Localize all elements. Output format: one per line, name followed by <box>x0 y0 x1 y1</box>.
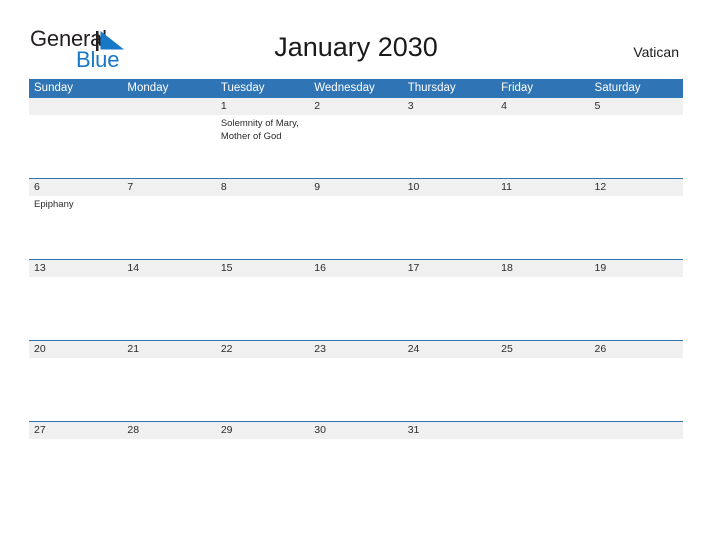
day-number <box>29 98 123 115</box>
day-number: 21 <box>122 341 216 358</box>
day-number: 16 <box>309 260 403 277</box>
calendar-week-row: 1 Solemnity of Mary, Mother of God 2 3 4 5 <box>29 97 683 179</box>
day-number: 23 <box>309 341 403 358</box>
day-number: 19 <box>589 260 683 277</box>
calendar-day-cell[interactable]: 30 <box>309 421 403 497</box>
calendar-day-cell[interactable]: 18 <box>496 259 590 341</box>
calendar-day-cell[interactable]: 17 <box>402 259 497 341</box>
calendar-day-cell-empty <box>589 421 683 497</box>
calendar-day-cell[interactable]: 23 <box>309 340 403 422</box>
day-number: 5 <box>589 98 683 115</box>
calendar-day-cell[interactable]: 1 Solemnity of Mary, Mother of God <box>215 97 310 179</box>
calendar-day-cell-empty <box>122 97 216 179</box>
day-number: 11 <box>496 179 590 196</box>
day-number: 17 <box>402 260 497 277</box>
calendar-grid: Sunday Monday Tuesday Wednesday Thursday Frid… <box>29 79 683 497</box>
calendar-day-cell[interactable]: 15 <box>215 259 310 341</box>
calendar-day-cell[interactable]: 24 <box>402 340 497 422</box>
weekday-header-row: Sunday Monday Tuesday Wednesday Thursday Frid… <box>29 79 683 98</box>
calendar-day-cell[interactable]: 28 <box>122 421 216 497</box>
calendar-day-cell[interactable]: 2 <box>309 97 403 179</box>
calendar-day-cell[interactable]: 13 <box>29 259 123 341</box>
calendar-week-row: 20 21 22 23 24 25 26 <box>29 340 683 422</box>
calendar-day-cell[interactable]: 14 <box>122 259 216 341</box>
calendar-day-cell[interactable]: 21 <box>122 340 216 422</box>
day-number: 14 <box>122 260 216 277</box>
day-number <box>122 98 216 115</box>
day-number: 13 <box>29 260 123 277</box>
day-number: 12 <box>589 179 683 196</box>
day-number: 1 <box>215 98 310 115</box>
day-number: 22 <box>215 341 310 358</box>
day-number: 27 <box>29 422 123 439</box>
calendar-page: { "brand": { "name_part1": "General", "n… <box>0 0 712 550</box>
day-number: 7 <box>122 179 216 196</box>
calendar-day-cell[interactable]: 16 <box>309 259 403 341</box>
weekday-header-tuesday: Tuesday <box>215 79 310 98</box>
calendar-day-cell[interactable]: 26 <box>589 340 683 422</box>
calendar-day-cell[interactable]: 5 <box>589 97 683 179</box>
calendar-body: 1 Solemnity of Mary, Mother of God 2 3 4 5 6 Epi… <box>29 97 683 497</box>
event-label: Mother of God <box>220 130 282 142</box>
weekday-header-saturday: Saturday <box>589 79 683 98</box>
calendar-day-cell[interactable]: 4 <box>496 97 590 179</box>
calendar-day-cell[interactable]: 19 <box>589 259 683 341</box>
calendar-day-cell[interactable]: 8 <box>215 178 310 260</box>
day-number: 2 <box>309 98 403 115</box>
page-title: January 2030 <box>274 32 438 62</box>
calendar-day-cell-empty <box>29 97 123 179</box>
day-number: 8 <box>215 179 310 196</box>
calendar-week-row: 27 28 29 30 31 <box>29 421 683 497</box>
day-number: 30 <box>309 422 403 439</box>
day-events: Epiphany <box>29 196 122 212</box>
calendar-day-cell[interactable]: 6 Epiphany <box>29 178 123 260</box>
region-label: Vatican <box>633 44 679 60</box>
day-number: 10 <box>402 179 497 196</box>
day-number: 15 <box>215 260 310 277</box>
day-number: 25 <box>496 341 590 358</box>
calendar-day-cell-empty <box>496 421 590 497</box>
day-number: 4 <box>496 98 590 115</box>
weekday-header-thursday: Thursday <box>402 79 497 98</box>
day-number: 24 <box>402 341 497 358</box>
calendar-day-cell[interactable]: 20 <box>29 340 123 422</box>
calendar-day-cell[interactable]: 25 <box>496 340 590 422</box>
weekday-header-monday: Monday <box>122 79 216 98</box>
weekday-header-friday: Friday <box>496 79 590 98</box>
calendar-day-cell[interactable]: 31 <box>402 421 497 497</box>
calendar-day-cell[interactable]: 12 <box>589 178 683 260</box>
calendar-day-cell[interactable]: 22 <box>215 340 310 422</box>
calendar-day-cell[interactable]: 9 <box>309 178 403 260</box>
day-number: 3 <box>402 98 497 115</box>
event-label: Epiphany <box>34 199 74 210</box>
day-number: 31 <box>402 422 497 439</box>
weekday-header-wednesday: Wednesday <box>309 79 403 98</box>
day-number <box>496 422 590 439</box>
calendar-header-row: Sunday Monday Tuesday Wednesday Thursday Frid… <box>29 79 683 98</box>
day-number: 20 <box>29 341 123 358</box>
day-events: Solemnity of Mary, Mother of God <box>216 115 309 143</box>
calendar-week-row: 13 14 15 16 17 18 19 <box>29 259 683 341</box>
calendar-day-cell[interactable]: 3 <box>402 97 497 179</box>
event-label: Solemnity of Mary, <box>220 118 299 129</box>
page-header: General Blue January 2030 Vatican <box>0 0 712 76</box>
calendar-day-cell[interactable]: 7 <box>122 178 216 260</box>
day-number: 9 <box>309 179 403 196</box>
day-number: 28 <box>122 422 216 439</box>
day-number: 6 <box>29 179 123 196</box>
day-number: 18 <box>496 260 590 277</box>
weekday-header-sunday: Sunday <box>29 79 123 98</box>
calendar-day-cell[interactable]: 10 <box>402 178 497 260</box>
calendar-week-row: 6 Epiphany 7 8 9 10 11 12 <box>29 178 683 260</box>
day-number: 29 <box>215 422 310 439</box>
calendar-day-cell[interactable]: 27 <box>29 421 123 497</box>
calendar-day-cell[interactable]: 29 <box>215 421 310 497</box>
day-number: 26 <box>589 341 683 358</box>
day-number <box>589 422 683 439</box>
calendar-day-cell[interactable]: 11 <box>496 178 590 260</box>
